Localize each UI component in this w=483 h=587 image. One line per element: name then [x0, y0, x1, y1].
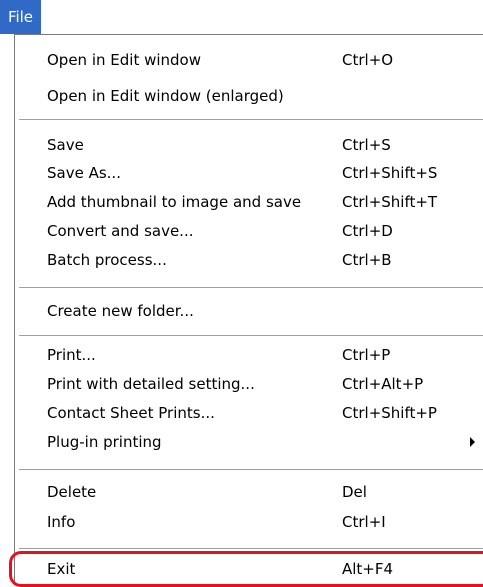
menu-item-label: Save [47, 136, 84, 154]
menu-item-label: Info [47, 513, 76, 531]
menu-item-label: Save As... [47, 164, 121, 182]
menu-item-shortcut: Ctrl+O [342, 51, 394, 69]
menu-item-delete[interactable]: Delete Del [15, 478, 483, 506]
menu-item-label: Open in Edit window (enlarged) [47, 87, 284, 105]
menu-item-label: Open in Edit window [47, 51, 201, 69]
menu-item-contact-sheet-prints[interactable]: Contact Sheet Prints... Ctrl+Shift+P [15, 399, 483, 427]
menu-separator [19, 469, 483, 471]
menu-item-shortcut: Ctrl+S [342, 136, 391, 154]
menu-separator [19, 335, 483, 337]
menu-item-label: Print... [47, 346, 96, 364]
menu-item-convert-and-save[interactable]: Convert and save... Ctrl+D [15, 217, 483, 245]
menu-item-shortcut: Ctrl+D [342, 222, 393, 240]
menu-item-create-new-folder[interactable]: Create new folder... [15, 297, 483, 325]
menu-item-plug-in-printing[interactable]: Plug-in printing [15, 428, 483, 456]
menu-bar: File [0, 0, 483, 34]
menu-item-label: Plug-in printing [47, 433, 162, 451]
menu-separator [19, 119, 483, 121]
menu-item-shortcut: Ctrl+Shift+P [342, 404, 437, 422]
menu-item-print[interactable]: Print... Ctrl+P [15, 341, 483, 369]
menu-item-open-in-edit-window[interactable]: Open in Edit window Ctrl+O [15, 46, 483, 74]
menu-item-label: Contact Sheet Prints... [47, 404, 215, 422]
file-menu-label: File [7, 8, 34, 26]
menu-item-shortcut: Ctrl+I [342, 513, 386, 531]
menu-item-label: Delete [47, 483, 97, 501]
menu-item-add-thumbnail[interactable]: Add thumbnail to image and save Ctrl+Shi… [15, 188, 483, 216]
menu-item-shortcut: Ctrl+Alt+P [342, 375, 424, 393]
file-menu-dropdown: Open in Edit window Ctrl+O Open in Edit … [9, 34, 483, 587]
menu-item-label: Create new folder... [47, 302, 194, 320]
menu-item-label: Exit [47, 560, 76, 578]
menu-item-label: Convert and save... [47, 222, 194, 240]
menu-item-shortcut: Del [342, 483, 367, 501]
menu-item-shortcut: Ctrl+Shift+T [342, 193, 438, 211]
menu-item-label: Print with detailed setting... [47, 375, 255, 393]
menu-item-shortcut: Ctrl+B [342, 251, 392, 269]
menu-separator [19, 548, 483, 550]
menu-item-info[interactable]: Info Ctrl+I [15, 508, 483, 536]
exit-highlight-callout [9, 551, 483, 587]
menu-item-shortcut: Alt+F4 [342, 560, 394, 578]
menu-item-label: Add thumbnail to image and save [47, 193, 302, 211]
menu-item-exit[interactable]: Exit Alt+F4 [9, 551, 483, 587]
menu-item-shortcut: Ctrl+Shift+S [342, 164, 438, 182]
menu-item-open-in-edit-window-enlarged[interactable]: Open in Edit window (enlarged) [15, 82, 483, 110]
menu-separator [19, 287, 483, 289]
menu-item-label: Batch process... [47, 251, 167, 269]
menu-item-batch-process[interactable]: Batch process... Ctrl+B [15, 246, 483, 274]
file-menu-tab[interactable]: File [0, 0, 41, 34]
menu-item-shortcut: Ctrl+P [342, 346, 391, 364]
menu-item-save-as[interactable]: Save As... Ctrl+Shift+S [15, 159, 483, 187]
menu-item-save[interactable]: Save Ctrl+S [15, 131, 483, 159]
submenu-arrow-icon [470, 437, 475, 447]
menu-item-print-detailed[interactable]: Print with detailed setting... Ctrl+Alt+… [15, 370, 483, 398]
